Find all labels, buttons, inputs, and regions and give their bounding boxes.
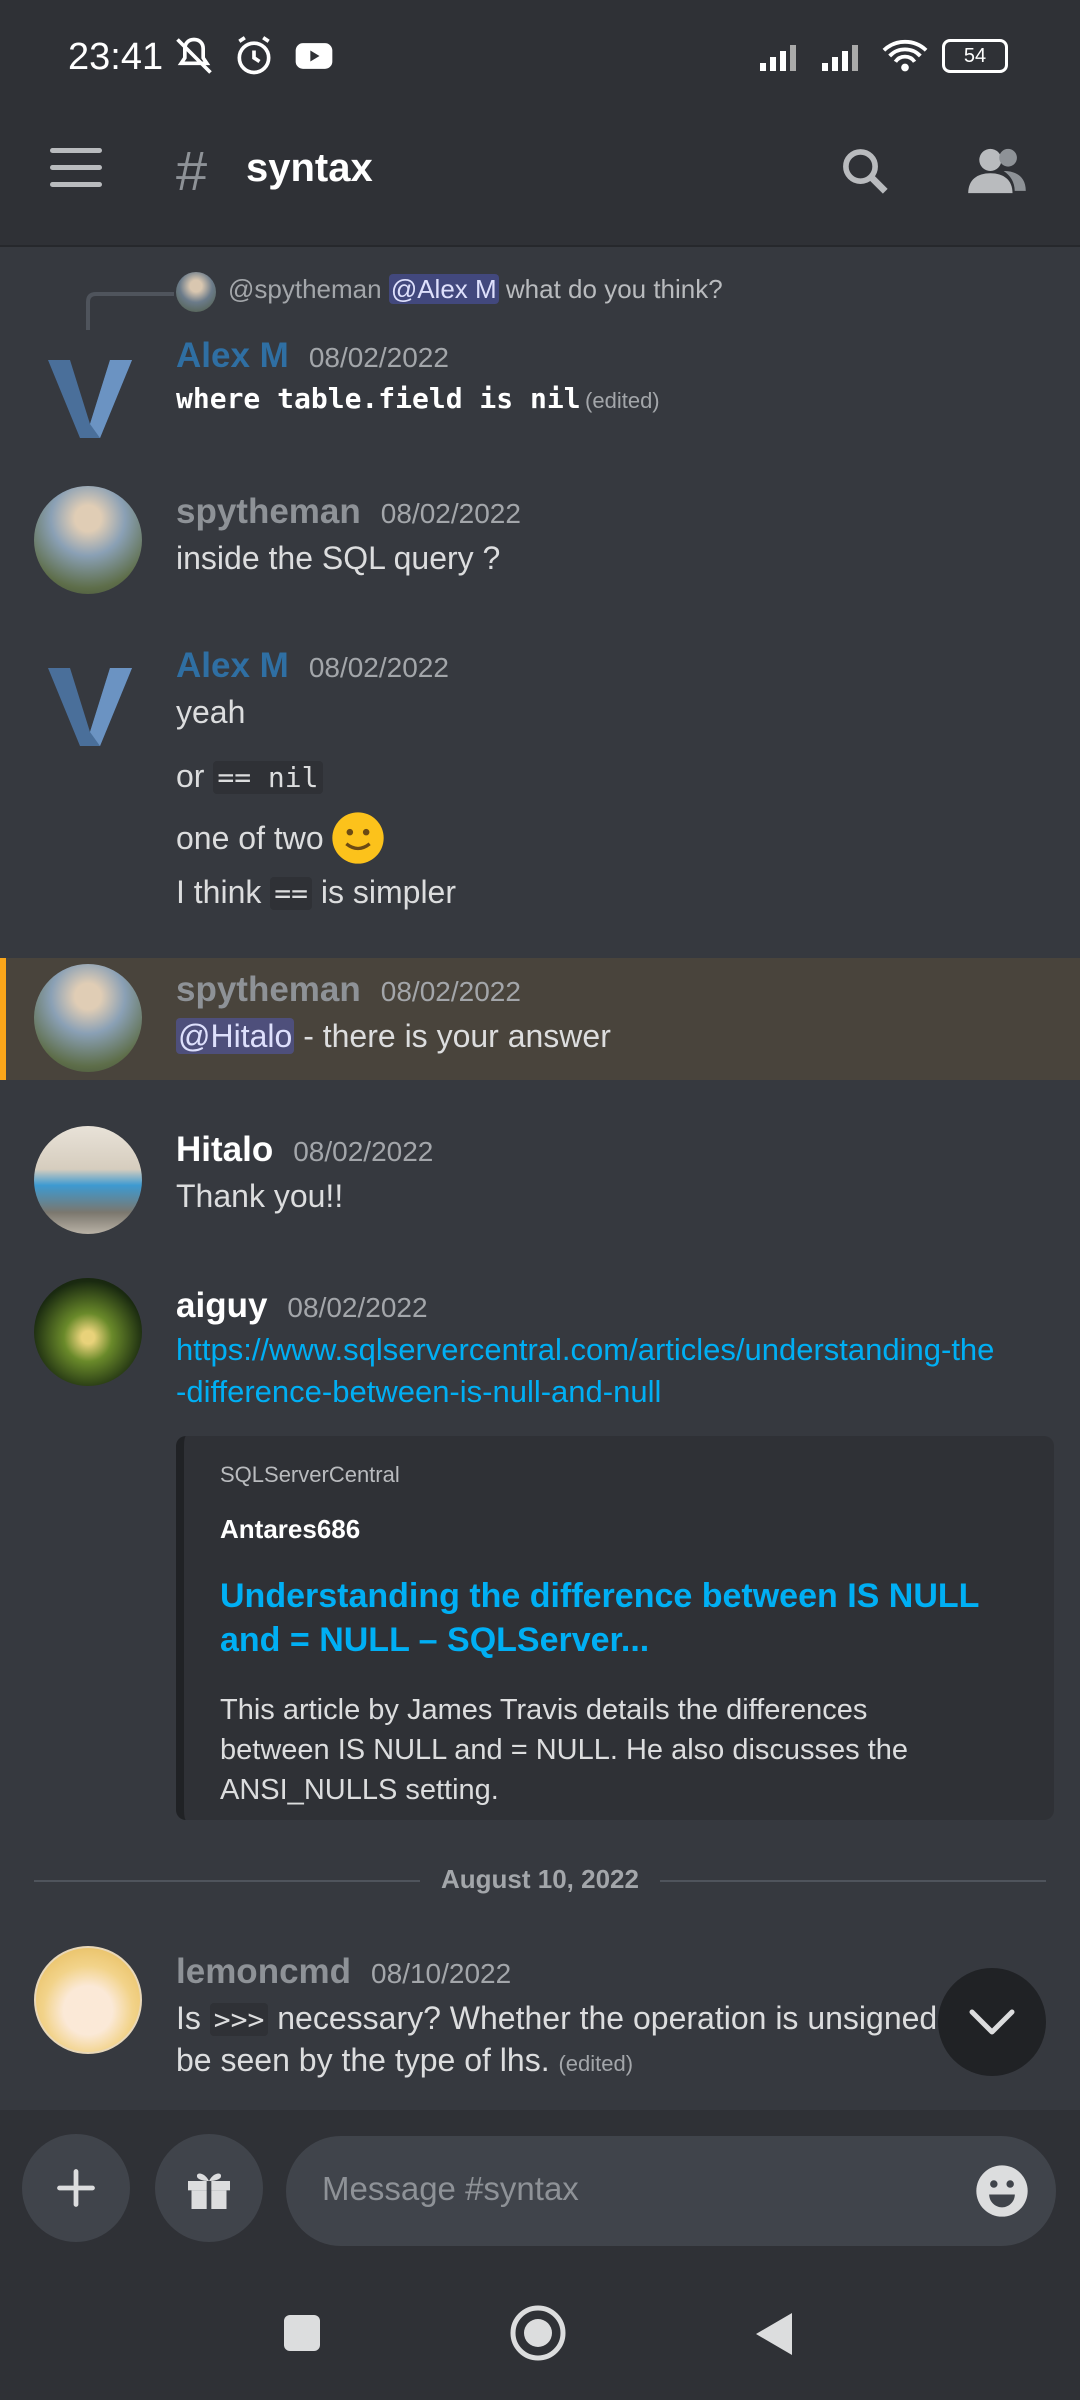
reply-user: @spytheman [228,274,382,304]
message-text: Thank you!! [176,1178,344,1214]
signal-icon [760,45,796,71]
message-alex-1[interactable]: Alex M 08/02/2022 where table.field is ni… [0,330,1080,460]
message-text: I think [176,874,262,910]
message-input[interactable]: Message #syntax [286,2136,1056,2246]
plus-icon [57,2169,95,2207]
message-timestamp: 08/02/2022 [380,976,521,1007]
date-divider-label: August 10, 2022 [441,1864,639,1894]
embed-title[interactable]: Understanding the difference between IS … [220,1574,979,1662]
message-timestamp: 08/02/2022 [380,498,521,529]
message-link[interactable]: https://www.sqlservercentral.com/article… [176,1332,994,1410]
message-timestamp: 08/10/2022 [371,1958,512,1989]
status-bar: 23:41 54 [0,0,1080,120]
message-timestamp: 08/02/2022 [293,1136,434,1167]
status-time: 23:41 [68,36,164,78]
inline-code: == nil [213,761,323,794]
message-text: Is [176,2000,201,2036]
members-button[interactable] [962,136,1032,206]
message-author[interactable]: spytheman [176,970,361,1009]
lemoncmd-avatar[interactable] [34,1946,142,2054]
message-alex-2[interactable]: Alex M 08/02/2022 yeah or == nil one of t… [0,638,1080,928]
notifications-off-icon [176,37,212,74]
members-icon [968,148,1026,194]
message-author[interactable]: lemoncmd [176,1952,351,1991]
message-author[interactable]: Alex M [176,646,289,685]
embed-desc-line-2: between IS NULL and = NULL. He also disc… [220,1734,909,1766]
jump-to-bottom-button[interactable] [938,1968,1046,2076]
embed-desc-line-3: ANSI_NULLS setting. [220,1774,499,1806]
message-code: where table.field is nil [176,382,581,415]
inline-code: == [270,877,312,910]
alarm-icon [237,36,271,75]
reply-avatar [176,272,216,312]
add-attachment-button[interactable] [22,2134,130,2242]
youtube-icon [295,43,333,69]
system-navigation-bar [0,2275,1080,2400]
channel-hash-icon: # [176,139,208,202]
link-line-1[interactable]: https://www.sqlservercentral.com/article… [176,1332,994,1368]
message-spytheman-2-highlighted[interactable]: spytheman 08/02/2022 @Hitalo - there is y… [0,958,1080,1080]
message-timestamp: 08/02/2022 [308,342,449,373]
signal-icon-2 [822,45,858,71]
aiguy-avatar[interactable] [34,1278,142,1386]
spytheman-avatar[interactable] [34,964,142,1072]
menu-icon[interactable] [50,148,102,188]
embed-title-line-1[interactable]: Understanding the difference between IS … [220,1574,979,1618]
embed-description: This article by James Travis details the… [220,1690,908,1810]
recents-button[interactable] [284,2315,320,2351]
hitalo-avatar[interactable] [34,1126,142,1234]
divider-line-right [660,1880,1046,1882]
chevron-down-icon [969,2009,1015,2035]
edited-label: (edited) [585,388,660,413]
channel-title: syntax [246,146,373,190]
emoji-picker-icon[interactable] [974,2163,1030,2219]
embed-author[interactable]: Antares686 [220,1514,360,1545]
reply-preview[interactable]: @spytheman @Alex M what do you think? [0,268,1080,330]
search-button[interactable] [830,136,900,206]
home-button[interactable] [508,2303,568,2363]
spytheman-avatar[interactable] [34,486,142,594]
user-mention[interactable]: @Hitalo [176,1018,295,1054]
channel-header [0,120,1080,247]
reply-mention[interactable]: @Alex M [388,274,499,304]
message-text: - there is your answer [303,1018,611,1054]
gift-button[interactable] [155,2134,263,2242]
message-lemoncmd[interactable]: lemoncmd 08/10/2022 Is >>> necessary? Whe… [0,1944,1080,2094]
message-author[interactable]: spytheman [176,492,361,531]
inline-code: >>> [209,2003,269,2036]
link-line-2[interactable]: -difference-between-is-null-and-null [176,1374,994,1410]
message-text: one of two [176,819,324,856]
message-aiguy[interactable]: aiguy 08/02/2022 https://www.sqlservercen… [0,1276,1080,1426]
reply-connector [86,292,174,330]
message-input-placeholder: Message #syntax [322,2170,579,2207]
message-text: necessary? Whether the operation is unsi… [277,2000,975,2036]
divider-line-left [34,1880,420,1882]
message-timestamp: 08/02/2022 [308,652,449,683]
message-text: or [176,758,205,794]
message-text: inside the SQL query ? [176,540,501,576]
gift-icon [188,2173,230,2209]
embed-title-line-2[interactable]: and = NULL – SQLServer... [220,1618,979,1662]
reply-text: what do you think? [505,274,723,304]
message-text: be seen by the type of lhs. [176,2042,550,2078]
alex-avatar[interactable] [34,340,142,448]
message-hitalo[interactable]: Hitalo 08/02/2022 Thank you!! [0,1122,1080,1252]
battery-indicator: 54 [942,39,1008,73]
message-text: yeah [176,694,246,730]
message-timestamp: 08/02/2022 [287,1292,428,1323]
alex-avatar[interactable] [34,648,142,756]
search-icon [843,149,888,194]
edited-label: (edited) [558,2051,634,2076]
message-author[interactable]: aiguy [176,1286,267,1325]
message-spytheman-1[interactable]: spytheman 08/02/2022 inside the SQL query… [0,484,1080,614]
link-embed[interactable]: SQLServerCentral Antares686 Understandin… [176,1436,1054,1820]
message-author[interactable]: Alex M [176,336,289,375]
message-author[interactable]: Hitalo [176,1130,273,1169]
embed-desc-line-1: This article by James Travis details the… [220,1694,868,1726]
slightly-smiling-emoji-icon [331,812,384,864]
wifi-icon [882,40,928,72]
back-button[interactable] [752,2309,796,2359]
message-text: is simpler [320,874,456,910]
embed-provider[interactable]: SQLServerCentral [220,1462,400,1488]
